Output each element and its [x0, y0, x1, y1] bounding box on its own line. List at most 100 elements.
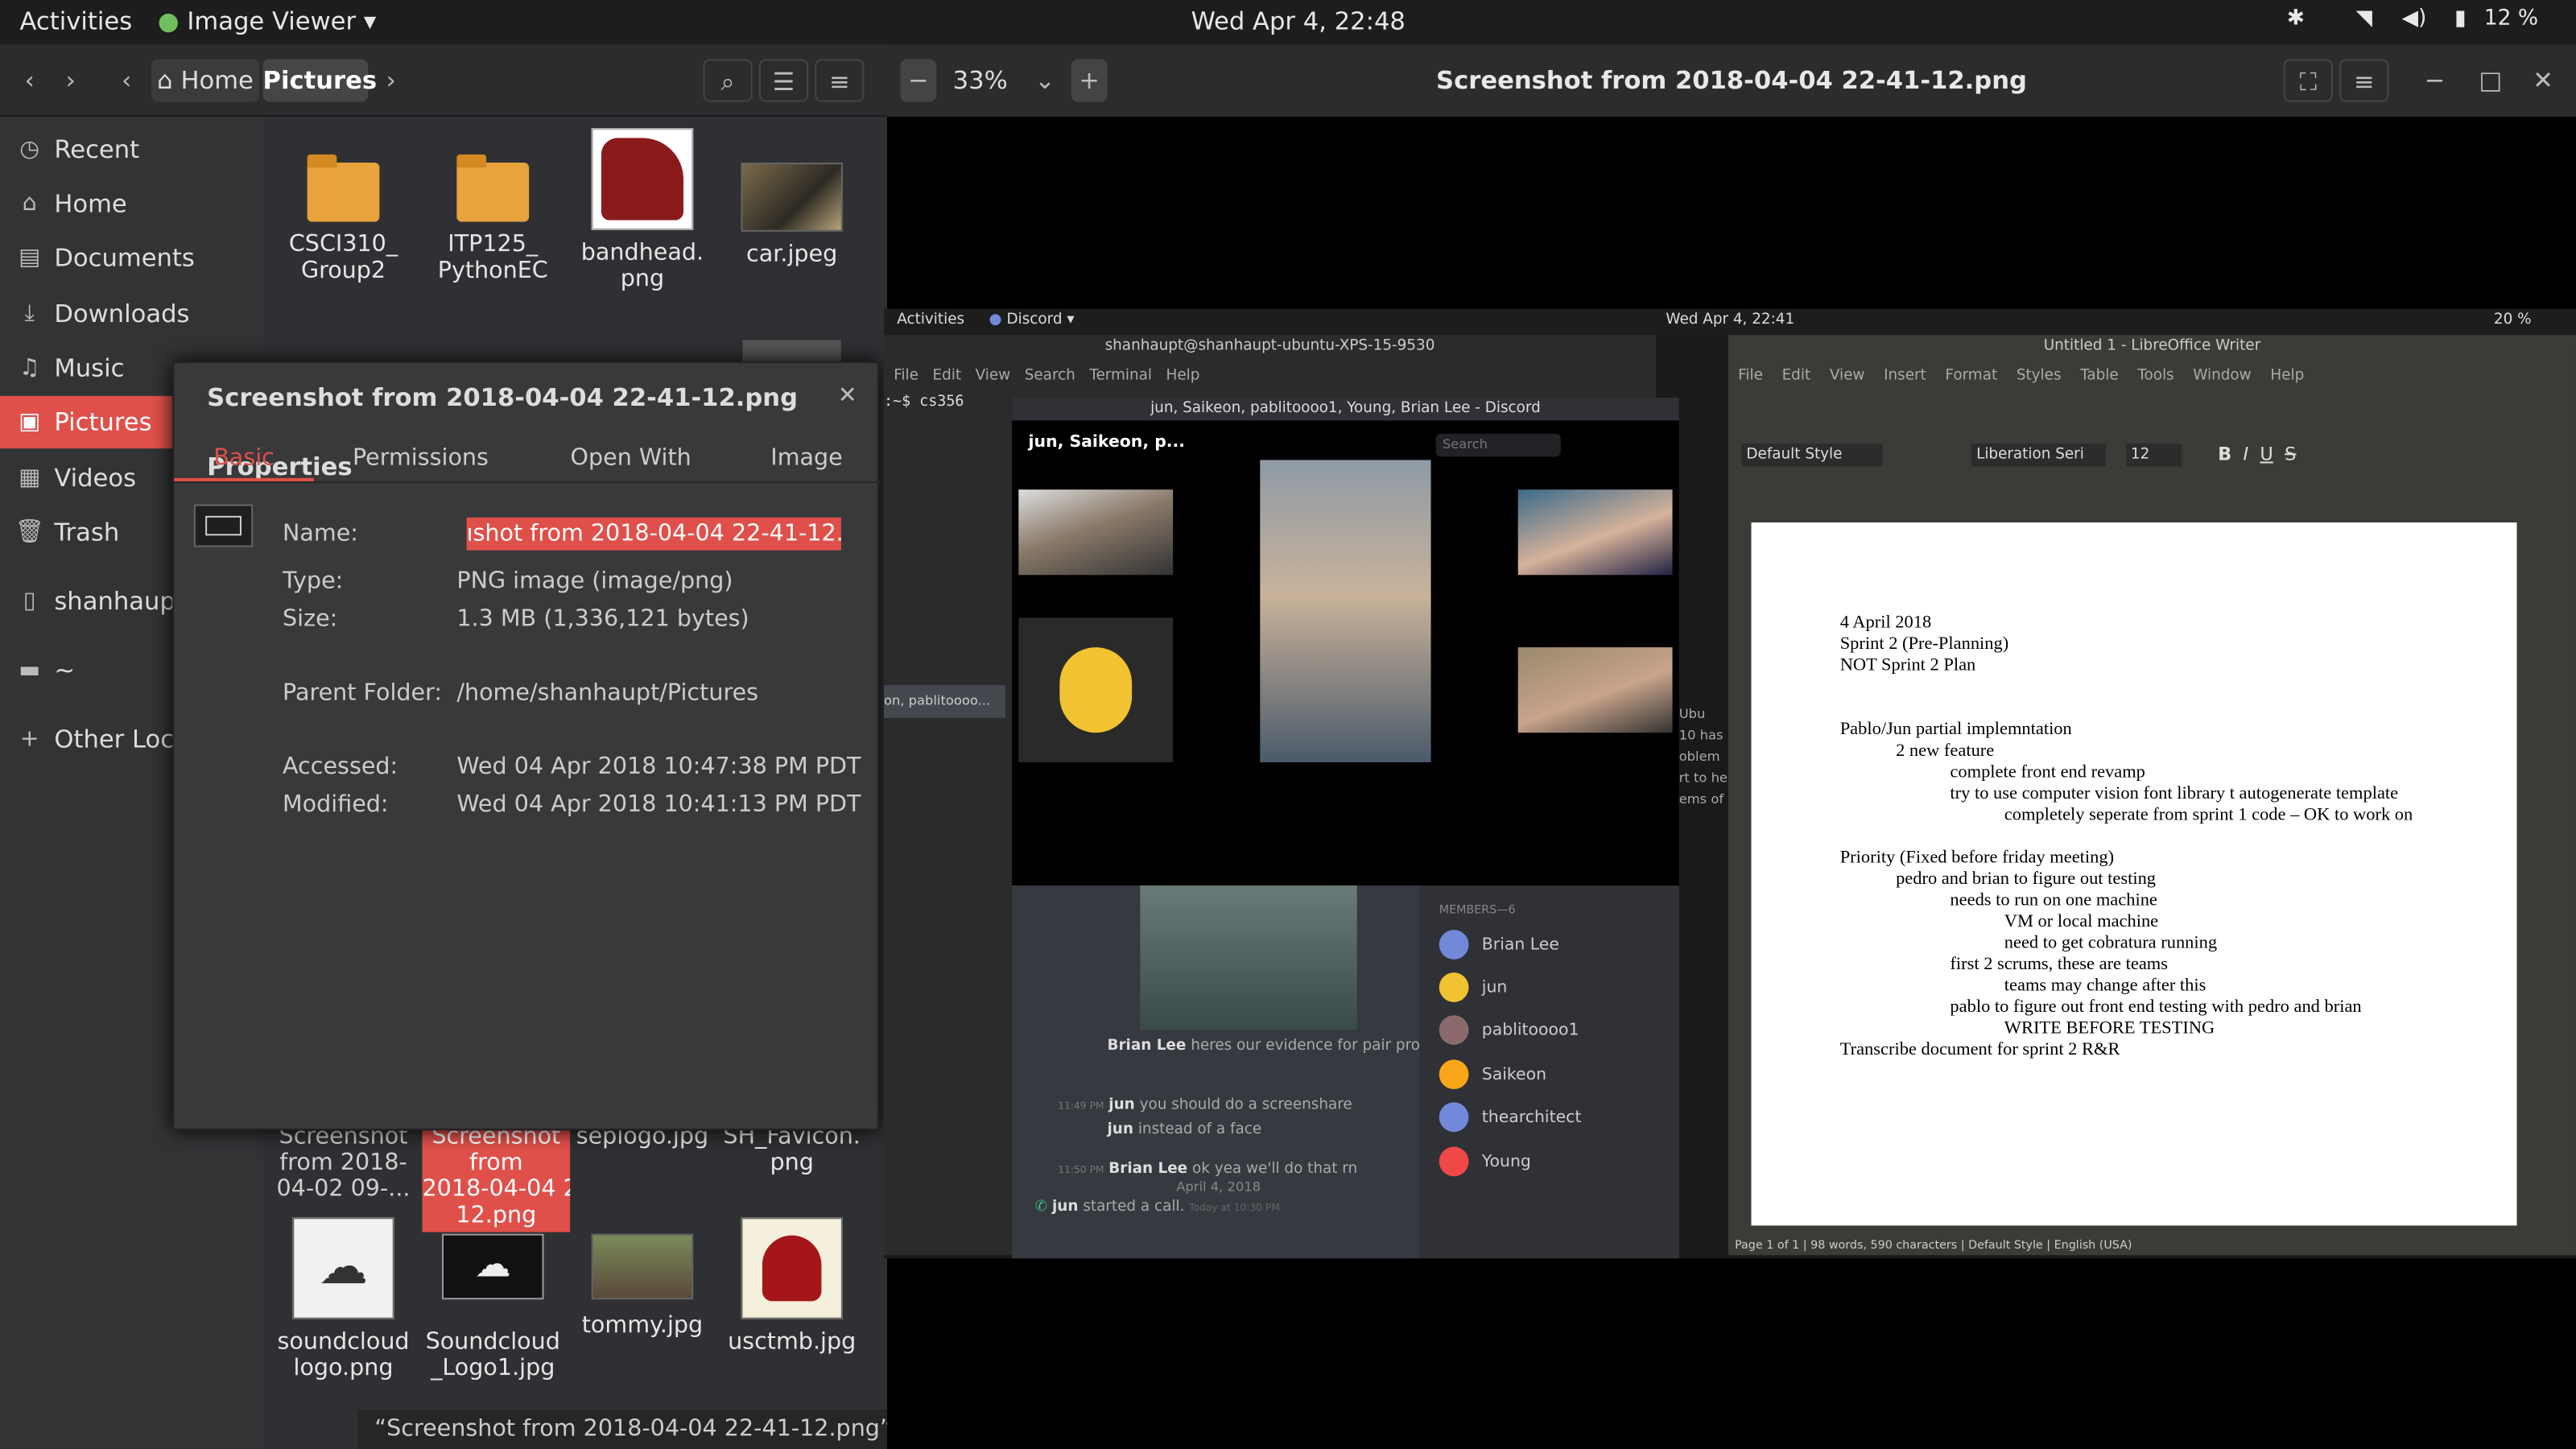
- member: pablitoooo1: [1439, 1015, 1579, 1045]
- file-item[interactable]: bandhead. png: [568, 128, 716, 292]
- terminal-title: shanhaupt@shanhaupt-ubuntu-XPS-15-9530: [1104, 338, 1435, 355]
- tab-basic[interactable]: Basic: [174, 436, 314, 481]
- fullscreen-icon[interactable]: ⛶: [2283, 59, 2333, 102]
- maximize-icon[interactable]: □: [2474, 59, 2507, 101]
- message: 11:50 PM Brian Lee ok yea we'll do that …: [1058, 1161, 1358, 1179]
- home-icon: ⌂: [22, 190, 37, 217]
- accessed-value: Wed 04 Apr 2018 10:47:38 PM PDT: [456, 753, 861, 781]
- type-value: PNG image (image/png): [456, 568, 733, 595]
- forward-icon[interactable]: ›: [52, 59, 89, 101]
- type-label: Type:: [283, 568, 344, 595]
- file-type-icon: [193, 504, 254, 547]
- film-icon: ▦: [19, 464, 41, 492]
- file-item[interactable]: usctmb.jpg: [718, 1217, 866, 1356]
- image-viewer-icon: ●: [157, 6, 180, 36]
- path-right-icon[interactable]: ›: [374, 59, 407, 101]
- file-item[interactable]: ☁ soundcloud logo.png: [270, 1217, 418, 1381]
- parent-folder-label: Parent Folder:: [283, 679, 443, 707]
- sidebar-item-recent[interactable]: ◷ Recent: [0, 123, 263, 175]
- download-icon: ⤓: [24, 300, 35, 328]
- style-select: Default Style: [1741, 444, 1883, 467]
- discord-title: jun, Saikeon, pablitoooo1, Young, Brian …: [1012, 397, 1679, 421]
- back-icon[interactable]: ‹: [13, 59, 46, 101]
- format-toolbar: B I U S: [2218, 444, 2297, 465]
- selection-status: “Screenshot from 2018-04-04 22-41-12.png…: [357, 1410, 888, 1449]
- file-label: ITP125_ PythonEC: [437, 231, 548, 285]
- writer-title: Untitled 1 - LibreOffice Writer: [2043, 338, 2261, 355]
- inner-clock: Wed Apr 4, 22:41: [1666, 312, 1795, 329]
- menu-icon[interactable]: ≡: [2339, 59, 2389, 102]
- clock[interactable]: Wed Apr 4, 22:48: [1191, 6, 1406, 36]
- minimize-icon[interactable]: −: [2418, 59, 2451, 101]
- date-divider: April 4, 2018: [1176, 1179, 1261, 1195]
- video-tile: [1517, 489, 1673, 576]
- plus-icon: +: [19, 726, 39, 753]
- search-input: Search: [1435, 433, 1561, 457]
- clock-icon: ◷: [19, 136, 40, 163]
- tab-permissions[interactable]: Permissions: [338, 436, 502, 481]
- file-label: Screenshot from 2018-04-04 22-41- 12.png: [422, 1123, 570, 1229]
- close-icon[interactable]: ✕: [838, 383, 857, 410]
- tab-open-with[interactable]: Open With: [549, 436, 713, 481]
- file-item[interactable]: SH_Favicon. png: [718, 1124, 866, 1176]
- file-item[interactable]: ITP125_ PythonEC: [419, 154, 567, 285]
- dialog-title: Screenshot from 2018-04-04 22-41-12.png …: [207, 382, 799, 481]
- name-field[interactable]: ıshot from 2018-04-04 22-41-12.png: [466, 517, 841, 551]
- home-icon: ⌂: [157, 65, 173, 96]
- channel-name: jun, Saikeon, p...: [1028, 433, 1186, 452]
- soundcloud-icon: ☁: [441, 1233, 544, 1300]
- files-header: ‹ › ‹ ⌂ Home Pictures › ⌕ ☰ ≡: [0, 44, 888, 117]
- list-view-icon[interactable]: ☰: [758, 59, 809, 102]
- member: Brian Lee: [1439, 930, 1559, 960]
- parent-folder-value[interactable]: /home/shanhaupt/Pictures: [456, 680, 758, 707]
- file-item[interactable]: CSCI310_ Group2: [270, 154, 418, 285]
- trash-icon: 🗑: [14, 518, 44, 546]
- file-label: CSCI310_ Group2: [288, 231, 398, 285]
- close-icon[interactable]: ✕: [2527, 59, 2560, 101]
- activities-button[interactable]: Activities: [19, 6, 132, 36]
- file-item[interactable]: car.jpeg: [718, 163, 866, 268]
- battery-icon[interactable]: ▮: [2454, 6, 2467, 31]
- path-left-icon[interactable]: ‹: [109, 59, 145, 101]
- bluetooth-icon[interactable]: ✱: [2287, 6, 2305, 31]
- dm-item: on, pablitoooo...: [883, 685, 1005, 718]
- file-label: Soundcloud _Logo1.jpg: [425, 1329, 560, 1382]
- video-tile: [1517, 647, 1673, 733]
- picture-icon: ▣: [19, 409, 41, 436]
- app-menu[interactable]: ● Image Viewer ▾: [158, 6, 376, 36]
- volume-icon[interactable]: ◀): [2402, 6, 2427, 31]
- folder-icon: ▬: [19, 657, 41, 683]
- modified-value: Wed 04 Apr 2018 10:41:13 PM PDT: [456, 791, 861, 819]
- file-label: SH_Favicon. png: [723, 1123, 861, 1177]
- video-tile: [1018, 489, 1174, 576]
- sidebar-item-home[interactable]: ⌂ Home: [0, 177, 263, 229]
- soundcloud-icon: ☁: [292, 1217, 394, 1319]
- sidebar-item-documents[interactable]: ▤ Documents: [0, 232, 263, 284]
- accessed-label: Accessed:: [283, 753, 398, 781]
- inner-app: ● Discord ▾: [989, 312, 1075, 329]
- file-item[interactable]: ☁ Soundcloud _Logo1.jpg: [419, 1217, 567, 1381]
- file-item[interactable]: tommy.jpg: [568, 1217, 716, 1339]
- inner-battery: 20 %: [2493, 312, 2532, 329]
- folder-icon: [307, 154, 380, 222]
- call-panel: jun, Saikeon, p... Search: [1012, 420, 1679, 886]
- search-icon[interactable]: ⌕: [703, 59, 753, 102]
- size-select: 12: [2125, 444, 2182, 467]
- writer-menu: File Edit View Insert Format Styles Tabl…: [1738, 368, 2305, 385]
- menu-icon[interactable]: ≡: [815, 59, 865, 102]
- file-label: tommy.jpg: [581, 1312, 704, 1340]
- path-home-button[interactable]: ⌂ Home: [151, 59, 260, 102]
- file-item[interactable]: Screenshot from 2018- 04-02 09-...: [270, 1124, 418, 1203]
- message: 11:49 PM jun you should do a screenshare: [1058, 1097, 1352, 1114]
- music-icon: ♫: [19, 354, 40, 382]
- path-pictures-button[interactable]: Pictures: [262, 59, 377, 102]
- video-tile: [1018, 617, 1174, 762]
- sidebar-item-downloads[interactable]: ⤓ Downloads: [0, 287, 263, 340]
- video-tile-active: [1260, 460, 1431, 762]
- tab-image[interactable]: Image: [749, 436, 865, 481]
- member: jun: [1439, 972, 1507, 1002]
- image-thumbnail: [591, 1233, 694, 1300]
- wifi-icon[interactable]: ◥: [2356, 6, 2372, 31]
- file-item-selected[interactable]: Screenshot from 2018-04-04 22-41- 12.png: [422, 1123, 571, 1232]
- message: jun instead of a face: [1107, 1121, 1262, 1139]
